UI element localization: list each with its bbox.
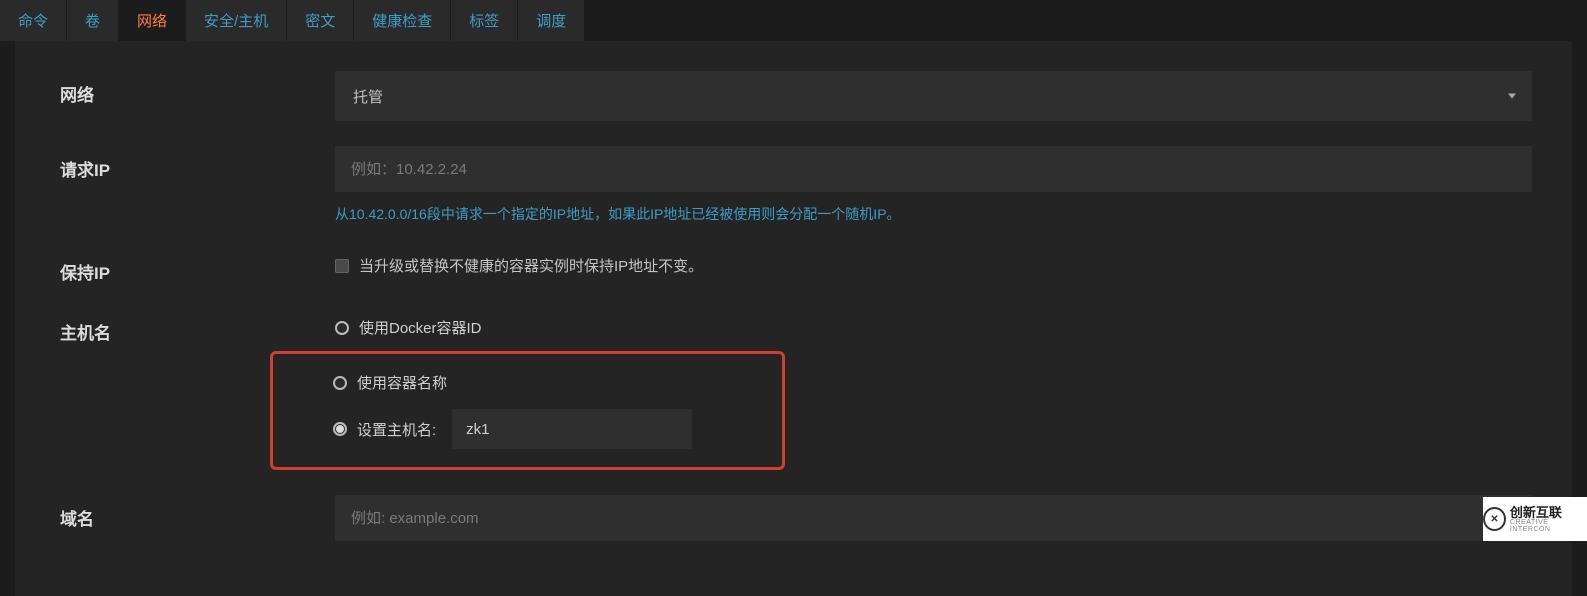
tab-labels[interactable]: 标签 <box>451 0 518 41</box>
network-select[interactable]: 托管 <box>335 71 1532 121</box>
domain-input[interactable] <box>335 495 1532 541</box>
chevron-down-icon <box>1508 94 1516 99</box>
request-ip-input[interactable] <box>335 146 1532 192</box>
network-label: 网络 <box>35 71 335 106</box>
tab-scheduling[interactable]: 调度 <box>518 0 585 41</box>
hostname-label: 主机名 <box>35 309 335 344</box>
watermark-title: 创新互联 <box>1510 506 1587 519</box>
tab-network[interactable]: 网络 <box>119 0 186 41</box>
tab-health-check[interactable]: 健康检查 <box>354 0 451 41</box>
network-select-value: 托管 <box>353 86 383 107</box>
domain-label: 域名 <box>35 495 335 530</box>
tab-secrets[interactable]: 密文 <box>287 0 354 41</box>
hostname-radio-docker-id-label: 使用Docker容器ID <box>359 317 482 338</box>
hostname-radio-custom[interactable] <box>333 422 347 436</box>
hostname-custom-input[interactable] <box>452 409 692 449</box>
hostname-radio-custom-label: 设置主机名: <box>357 419 436 440</box>
tab-bar: 命令 卷 网络 安全/主机 密文 健康检查 标签 调度 <box>0 0 1587 41</box>
hostname-radio-container-name-label: 使用容器名称 <box>357 372 447 393</box>
retain-ip-label: 保持IP <box>35 249 335 284</box>
retain-ip-checkbox[interactable] <box>335 259 349 273</box>
hostname-radio-container-name[interactable] <box>333 376 347 390</box>
hostname-callout: 使用容器名称 设置主机名: <box>270 351 785 470</box>
watermark-subtitle: CREATIVE INTERCON <box>1510 519 1587 533</box>
hostname-radio-docker-id[interactable] <box>335 321 349 335</box>
network-panel: 网络 托管 请求IP 从10.42.0.0/16段中请求一个指定的IP地址，如果… <box>15 41 1572 596</box>
watermark: ✕ 创新互联 CREATIVE INTERCON <box>1483 497 1587 541</box>
watermark-logo-icon: ✕ <box>1483 507 1506 531</box>
tab-command[interactable]: 命令 <box>0 0 67 41</box>
tab-volumes[interactable]: 卷 <box>67 0 119 41</box>
request-ip-help: 从10.42.0.0/16段中请求一个指定的IP地址，如果此IP地址已经被使用则… <box>335 204 1532 224</box>
request-ip-label: 请求IP <box>35 146 335 181</box>
tab-security-host[interactable]: 安全/主机 <box>186 0 287 41</box>
retain-ip-checkbox-label: 当升级或替换不健康的容器实例时保持IP地址不变。 <box>359 255 703 276</box>
